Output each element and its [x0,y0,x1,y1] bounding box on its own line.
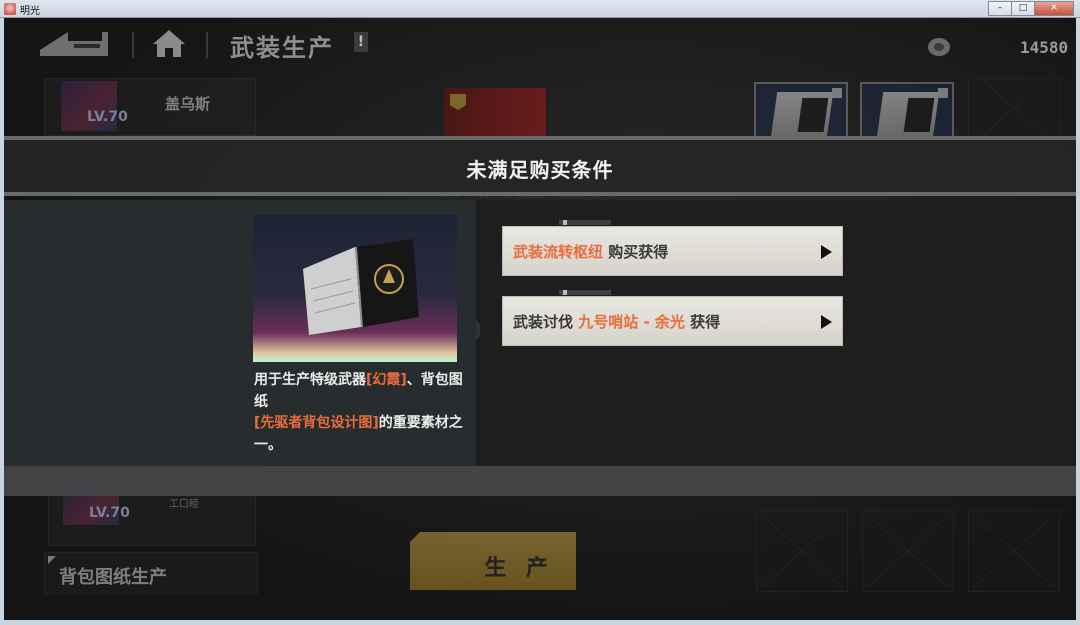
modal-body: 用于生产特级武器[幻霞]、背包图纸 [先驱者背包设计图]的重要素材之一。 武装流转… [4,200,1076,466]
produce-button[interactable]: 生 产 [410,532,576,590]
window-title: 明光 [20,6,40,17]
topbar-separator [206,32,208,58]
character-card[interactable]: LV.70 工口睦 [48,488,256,546]
weapon-name-highlight: [幻霞] [366,372,407,388]
blueprint-icon [770,92,834,138]
material-slot[interactable] [754,82,848,138]
blueprint-book-icon [303,239,419,335]
currency-value: 14580 [1020,38,1069,57]
source-tag-dot [563,290,567,295]
slot-corner-mark [938,88,948,98]
character-level: LV.70 [87,109,128,125]
source-option-shop[interactable]: 武装流转枢纽 购买获得 [502,220,843,276]
produce-button-label: 生 产 [484,556,554,581]
source-tag-dot [563,220,567,225]
play-arrow-icon [821,315,832,329]
window-frame-right [1076,18,1080,625]
window-frame-bottom [0,620,1080,625]
play-arrow-icon [821,245,832,259]
source-label: 武装讨伐 九号哨站 - 余光 获得 [513,313,721,331]
app-icon [4,3,16,15]
minimize-button[interactable]: – [988,1,1012,16]
material-slot[interactable] [860,82,954,138]
backpack-tab-label: 背包图纸生产 [59,567,167,588]
window-titlebar: 明光 – □ ✕ [0,0,1080,18]
modal-title: 未满足购买条件 [466,158,614,182]
empty-slot [968,78,1060,138]
modal-footer [4,466,1076,496]
back-icon[interactable] [40,30,110,56]
item-info-pane: 用于生产特级武器[幻霞]、背包图纸 [先驱者背包设计图]的重要素材之一。 [4,200,476,466]
description-text: 用于生产特级武器 [254,372,366,388]
tab-corner-mark [48,556,56,564]
window-controls: – □ ✕ [988,1,1074,16]
currency-icon [928,38,950,56]
modal-header: 未满足购买条件 [4,140,1076,192]
page-title: 武装生产 [230,34,334,62]
source-option-battle[interactable]: 武装讨伐 九号哨站 - 余光 获得 [502,290,843,346]
character-level: LV.70 [89,505,130,521]
backpack-blueprint-tab[interactable]: 背包图纸生产 [44,552,258,594]
backpack-name-highlight: [先驱者背包设计图] [254,415,379,431]
blueprint-icon [876,92,940,138]
modal-border-mid [4,192,1076,196]
empty-slot [756,510,848,592]
info-button[interactable]: ! [354,32,368,52]
empty-slot [862,510,954,592]
item-description: 用于生产特级武器[幻霞]、背包图纸 [先驱者背包设计图]的重要素材之一。 [254,370,469,456]
empty-slot [968,510,1060,592]
item-artwork [253,215,457,362]
topbar-separator [132,32,134,58]
slot-corner-mark [832,88,842,98]
source-label: 武装流转枢纽 购买获得 [513,243,669,261]
character-card[interactable]: LV.70 盖乌斯 [44,78,256,136]
character-name: 工口睦 [169,499,199,510]
game-viewport: 武装生产 ! 14580 LV.70 盖乌斯 北陆武器·空痕 VI LV.70 … [4,18,1076,620]
character-name: 盖乌斯 [165,95,211,113]
home-icon[interactable] [152,28,186,58]
close-window-button[interactable]: ✕ [1034,1,1074,16]
maximize-button[interactable]: □ [1011,1,1035,16]
